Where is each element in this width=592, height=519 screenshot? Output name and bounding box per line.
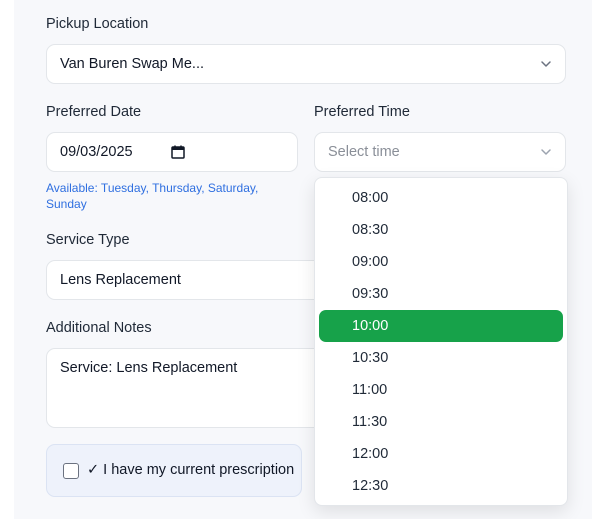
- preferred-date-value: 09/03/2025: [60, 144, 133, 160]
- time-option[interactable]: 08:00: [319, 182, 563, 214]
- time-option[interactable]: 11:00: [319, 374, 563, 406]
- time-option[interactable]: 09:00: [319, 246, 563, 278]
- time-option[interactable]: 12:30: [319, 470, 563, 502]
- preferred-time-select[interactable]: Select time: [314, 132, 566, 172]
- additional-notes-textarea[interactable]: Service: Lens Replacement: [46, 348, 346, 428]
- time-option[interactable]: 11:30: [319, 406, 563, 438]
- time-option[interactable]: 08:30: [319, 214, 563, 246]
- service-type-label: Service Type: [46, 232, 130, 248]
- time-dropdown-menu: 08:00 08:30 09:00 09:30 10:00 10:30 11:00 11:30…: [314, 177, 568, 506]
- preferred-date-input[interactable]: 09/03/2025: [46, 132, 298, 172]
- prescription-checkbox[interactable]: [63, 463, 79, 479]
- time-option[interactable]: 12:00: [319, 438, 563, 470]
- preferred-date-label: Preferred Date: [46, 104, 142, 120]
- pickup-location-select[interactable]: Van Buren Swap Me...: [46, 44, 566, 84]
- prescription-checkbox-label[interactable]: ✓ I have my current prescription: [87, 462, 294, 478]
- pickup-location-value: Van Buren Swap Me...: [60, 56, 205, 72]
- service-type-value: Lens Replacement: [60, 272, 181, 288]
- time-option[interactable]: 09:30: [319, 278, 563, 310]
- date-availability-hint: Available: Tuesday, Thursday, Saturday, …: [46, 181, 259, 211]
- service-type-select[interactable]: Lens Replacement: [46, 260, 346, 300]
- pickup-location-label: Pickup Location: [46, 16, 149, 32]
- prescription-checkbox-row[interactable]: ✓ I have my current prescription: [46, 444, 302, 497]
- calendar-icon[interactable]: [171, 145, 185, 159]
- time-option[interactable]: 10:00: [319, 310, 563, 342]
- preferred-time-label: Preferred Time: [314, 104, 410, 120]
- additional-notes-label: Additional Notes: [46, 320, 152, 336]
- time-option[interactable]: 10:30: [319, 342, 563, 374]
- additional-notes-value: Service: Lens Replacement: [60, 360, 238, 376]
- chevron-down-icon: [541, 61, 551, 67]
- preferred-time-placeholder: Select time: [328, 144, 400, 160]
- chevron-down-icon: [541, 149, 551, 155]
